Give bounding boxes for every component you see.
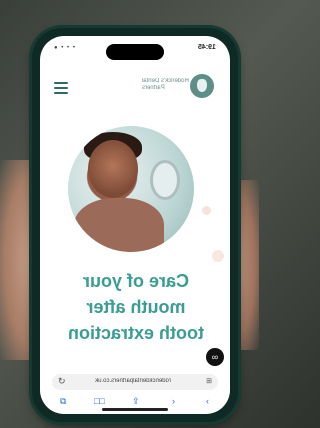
decorative-dot <box>212 250 224 262</box>
headline-line-3: tooth extraction <box>68 323 205 343</box>
hamburger-menu-icon[interactable] <box>54 82 68 94</box>
forward-icon[interactable]: › <box>172 396 175 406</box>
person-face-shape <box>88 140 138 198</box>
reload-icon[interactable]: ↻ <box>58 376 66 387</box>
back-icon[interactable]: ‹ <box>206 396 209 406</box>
chat-button[interactable]: ∞ <box>206 348 224 366</box>
home-indicator <box>102 408 168 411</box>
phone-frame: ● • • • 19:45 Roderick's Dental Partners… <box>32 28 238 422</box>
page-settings-icon[interactable]: ⊞ <box>206 377 212 385</box>
brand-name: Roderick's Dental Partners <box>142 78 189 91</box>
person-body-shape <box>74 198 164 252</box>
url-text[interactable]: roderickdentalpartners.co.uk <box>74 378 192 384</box>
share-icon[interactable]: ⇪ <box>132 396 140 407</box>
hero-image <box>68 126 194 252</box>
mirror-shape <box>150 160 180 200</box>
status-indicators: ● • • • <box>54 45 76 51</box>
status-time: 19:45 <box>198 44 216 51</box>
brand-logo-icon[interactable] <box>190 74 214 98</box>
tabs-icon[interactable]: ⧉ <box>60 396 66 407</box>
headline-line-2: mouth after <box>86 297 186 317</box>
hero-headline: Care of your mouth after tooth extractio… <box>52 268 220 346</box>
phone-screen: ● • • • 19:45 Roderick's Dental Partners… <box>40 36 230 414</box>
site-header: Roderick's Dental Partners <box>40 66 230 110</box>
address-bar[interactable]: ↻ roderickdentalpartners.co.uk ⊞ <box>52 374 218 390</box>
headline-line-1: Care of your <box>82 271 190 291</box>
dynamic-island <box>106 44 164 60</box>
decorative-dot <box>202 206 211 215</box>
bookmarks-icon[interactable]: □□ <box>94 396 105 406</box>
